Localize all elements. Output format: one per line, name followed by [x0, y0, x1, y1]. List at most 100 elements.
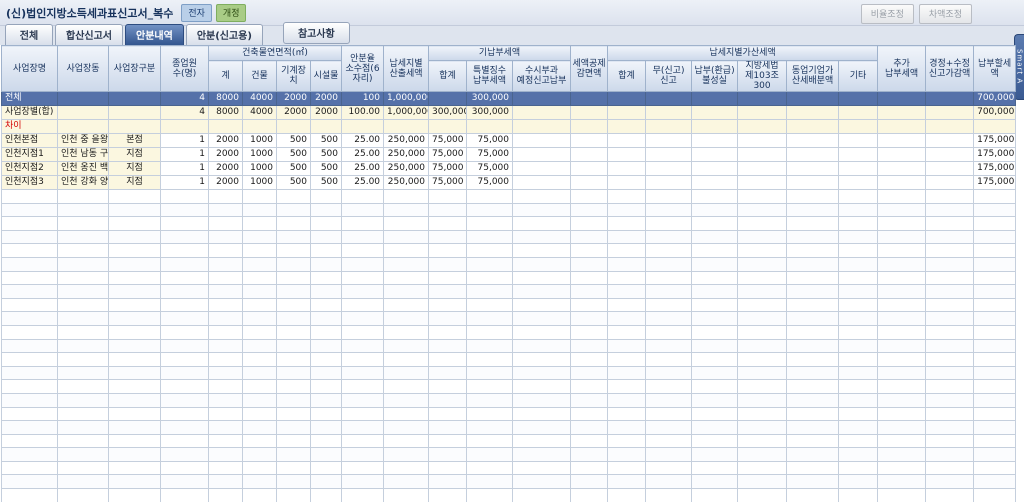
grid-cell[interactable]: 차이	[1, 119, 58, 134]
grid-cell[interactable]	[691, 133, 739, 148]
grid-cell[interactable]	[925, 119, 975, 134]
grid-cell[interactable]	[737, 119, 788, 134]
tab-apportionment-detail[interactable]: 안분내역	[125, 24, 184, 45]
grid-cell[interactable]	[838, 105, 879, 120]
grid-cell[interactable]: 100.00	[341, 105, 385, 120]
empty-row[interactable]	[1, 284, 1017, 299]
table-row[interactable]: 차이	[1, 119, 1017, 134]
grid-cell[interactable]: 25.00	[341, 133, 385, 148]
grid-cell[interactable]	[737, 147, 788, 162]
grid-cell[interactable]: 25.00	[341, 161, 385, 176]
grid-cell[interactable]	[309, 119, 343, 134]
grid-cell[interactable]	[160, 119, 209, 134]
empty-row[interactable]	[1, 324, 1017, 340]
grid-cell[interactable]	[428, 119, 468, 134]
grid-cell[interactable]	[607, 119, 647, 134]
grid-cell[interactable]: 1000	[242, 133, 277, 148]
grid-cell[interactable]: 175,000	[973, 175, 1017, 190]
grid-cell[interactable]: 인천 중 을왕	[57, 133, 109, 148]
empty-row[interactable]	[1, 216, 1017, 231]
grid-cell[interactable]: 4000	[242, 91, 277, 106]
grid-cell[interactable]: 인천지점2	[1, 161, 58, 176]
grid-cell[interactable]: 1000	[242, 175, 277, 190]
grid-cell[interactable]: 500	[276, 147, 311, 162]
grid-cell[interactable]	[838, 119, 879, 134]
grid-cell[interactable]: 지점	[108, 175, 161, 190]
grid-cell[interactable]: 250,000	[383, 147, 430, 162]
grid-cell[interactable]: 2000	[208, 161, 243, 176]
grid-cell[interactable]	[341, 119, 385, 134]
tab-all[interactable]: 전체	[5, 24, 53, 45]
grid-cell[interactable]	[877, 147, 927, 162]
grid-cell[interactable]	[737, 161, 788, 176]
tab-apportionment-report[interactable]: 안분(신고용)	[185, 24, 263, 45]
grid-cell[interactable]	[570, 119, 609, 134]
table-row[interactable]: 인천지점2 인천 옹진 백 지점 1 2000 1000 500 500 25.00 250,00…	[1, 161, 1017, 176]
grid-cell[interactable]: 8000	[208, 91, 243, 106]
grid-cell[interactable]: 인천 강화 양	[57, 175, 109, 190]
grid-cell[interactable]: 2000	[208, 147, 243, 162]
grid-cell[interactable]	[786, 175, 840, 190]
grid-cell[interactable]	[737, 91, 788, 106]
grid-cell[interactable]: 4	[160, 105, 209, 120]
grid-cell[interactable]: 700,000	[973, 105, 1017, 120]
grid-cell[interactable]	[786, 133, 840, 148]
empty-row[interactable]	[1, 352, 1017, 367]
grid-cell[interactable]: 2000	[309, 105, 343, 120]
grid-cell[interactable]	[838, 175, 879, 190]
grid-cell[interactable]	[570, 161, 609, 176]
grid-cell[interactable]: 175,000	[973, 161, 1017, 176]
grid-cell[interactable]: 1000	[242, 161, 277, 176]
difference-adjust-button[interactable]: 차액조정	[918, 4, 972, 24]
grid-cell[interactable]: 75,000	[466, 175, 514, 190]
grid-cell[interactable]: 500	[309, 161, 343, 176]
grid-cell[interactable]	[607, 161, 647, 176]
grid-cell[interactable]	[645, 119, 693, 134]
grid-cell[interactable]: 2000	[208, 175, 243, 190]
grid-cell[interactable]	[512, 133, 572, 148]
grid-cell[interactable]	[691, 105, 739, 120]
grid-cell[interactable]	[208, 119, 243, 134]
empty-row[interactable]	[1, 420, 1017, 435]
grid-cell[interactable]: 인천 남동 구	[57, 147, 109, 162]
grid-cell[interactable]	[607, 147, 647, 162]
grid-cell[interactable]: 100	[341, 91, 385, 106]
grid-cell[interactable]	[786, 91, 840, 106]
grid-cell[interactable]	[925, 161, 975, 176]
grid-cell[interactable]: 75,000	[466, 147, 514, 162]
grid-cell[interactable]: 500	[309, 133, 343, 148]
grid-cell[interactable]: 1	[160, 147, 209, 162]
grid-cell[interactable]	[276, 119, 311, 134]
grid-cell[interactable]	[383, 119, 430, 134]
grid-cell[interactable]	[737, 133, 788, 148]
grid-cell[interactable]	[607, 91, 647, 106]
grid-cell[interactable]: 사업장별(합)	[1, 105, 58, 120]
grid-cell[interactable]	[838, 91, 879, 106]
grid-cell[interactable]: 4	[160, 91, 209, 106]
empty-row[interactable]	[1, 365, 1017, 381]
grid-cell[interactable]: 2000	[309, 91, 343, 106]
ratio-adjust-button[interactable]: 비율조정	[860, 4, 914, 24]
grid-cell[interactable]	[737, 105, 788, 120]
grid-cell[interactable]	[512, 119, 572, 134]
grid-cell[interactable]: 1,000,000	[383, 105, 430, 120]
empty-row[interactable]	[1, 229, 1017, 245]
grid-cell[interactable]	[691, 91, 739, 106]
grid-cell[interactable]	[645, 133, 693, 148]
empty-row[interactable]	[1, 474, 1017, 490]
grid-cell[interactable]: 250,000	[383, 175, 430, 190]
grid-cell[interactable]	[645, 147, 693, 162]
grid-cell[interactable]	[877, 161, 927, 176]
grid-cell[interactable]	[691, 147, 739, 162]
grid-cell[interactable]	[925, 147, 975, 162]
grid-cell[interactable]	[645, 161, 693, 176]
grid-cell[interactable]	[786, 161, 840, 176]
grid-cell[interactable]: 1	[160, 133, 209, 148]
grid-cell[interactable]	[570, 105, 609, 120]
empty-row[interactable]	[1, 243, 1017, 258]
grid-cell[interactable]	[838, 133, 879, 148]
table-row[interactable]: 인천본점 인천 중 을왕 본점 1 2000 1000 500 500 25.00 250,000…	[1, 133, 1017, 148]
grid-cell[interactable]	[925, 91, 975, 106]
table-row[interactable]: 인천지점1 인천 남동 구 지점 1 2000 1000 500 500 25.00 250,00…	[1, 147, 1017, 162]
grid-cell[interactable]	[428, 91, 468, 106]
